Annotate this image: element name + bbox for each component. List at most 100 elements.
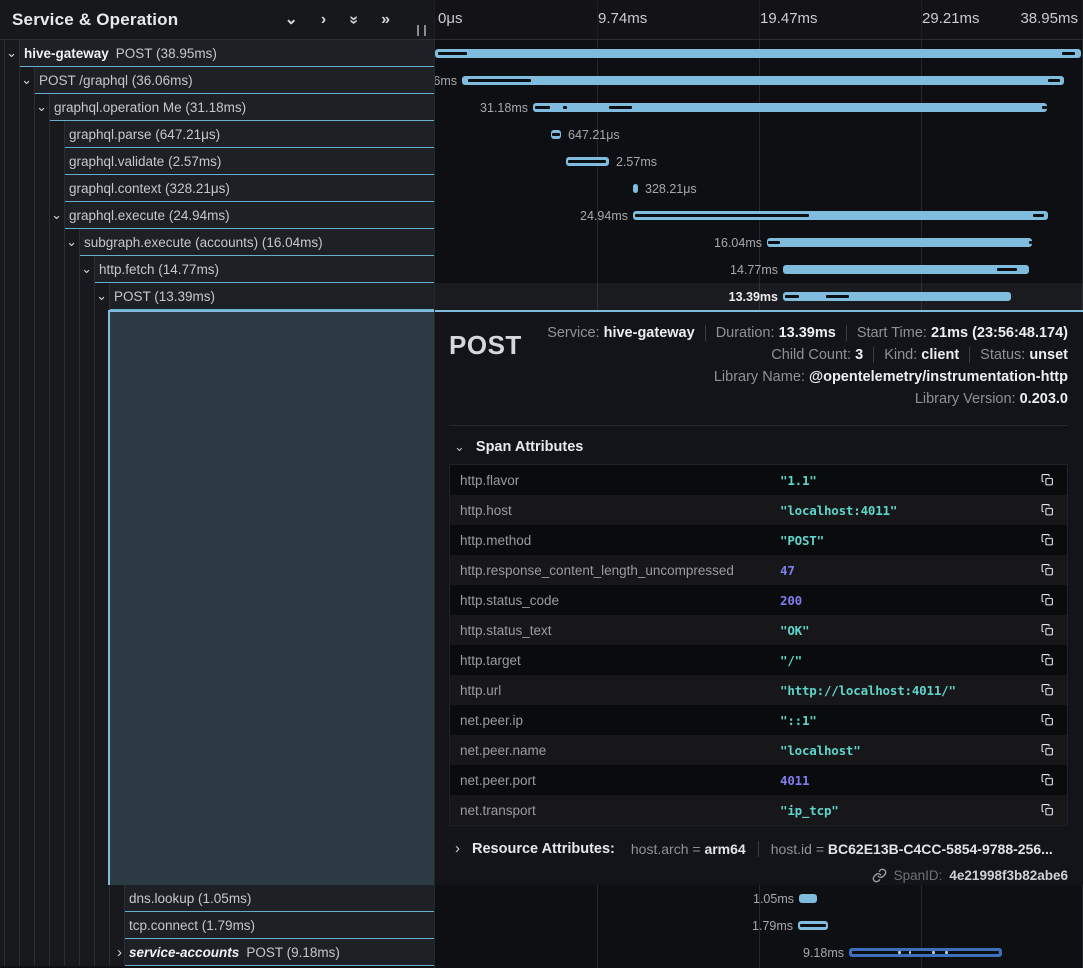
span-bar[interactable] [462, 76, 1064, 85]
span-bar[interactable] [783, 292, 1011, 301]
copy-icon[interactable] [1041, 503, 1057, 517]
span-bar[interactable] [533, 103, 1047, 112]
span-row[interactable]: ⌄hive-gatewayPOST (38.95ms) [0, 40, 1083, 67]
attribute-key: http.url [460, 683, 780, 698]
span-bar-segment [785, 295, 799, 298]
chevron-down-icon[interactable]: ⌄ [284, 12, 297, 28]
span-bar[interactable] [798, 921, 828, 930]
double-chevron-down-icon[interactable]: » [346, 15, 362, 24]
attribute-value: "localhost:4011" [780, 503, 1041, 518]
chevron-down-icon[interactable]: ⌄ [66, 235, 77, 248]
attribute-key: http.status_code [460, 593, 780, 608]
chevron-right-icon[interactable]: › [117, 945, 122, 960]
header-row: Service & Operation ⌄›»» 0μs9.74ms19.47m… [0, 0, 1083, 40]
span-id-row: SpanID: 4e21998f3b82abe6 [449, 868, 1068, 883]
span-row[interactable]: graphql.parse (647.21μs)647.21μs [0, 121, 1083, 148]
attribute-value: "OK" [780, 623, 1041, 638]
indent-strip: ⌄ [0, 229, 80, 256]
timeline-cell: 36.06ms [434, 67, 1083, 94]
copy-icon[interactable] [1041, 803, 1057, 817]
span-bar-segment [800, 924, 826, 927]
timeline-cell: 16.04ms [434, 229, 1083, 256]
resource-attributes-pairs: host.arch = arm64host.id = BC62E13B-C4CC… [619, 841, 1065, 857]
span-name-cell: graphql.validate (2.57ms) [0, 148, 434, 175]
span-bar-segment [563, 106, 567, 109]
chevron-down-icon[interactable]: ⌄ [21, 73, 32, 86]
operation-name: tcp.connect (1.79ms) [129, 918, 255, 933]
copy-icon[interactable] [1041, 473, 1057, 487]
copy-icon[interactable] [1041, 713, 1057, 727]
timeline-cell: 31.18ms [434, 94, 1083, 121]
span-row[interactable]: graphql.validate (2.57ms)2.57ms [0, 148, 1083, 175]
span-attributes-table: http.flavor"1.1"http.host"localhost:4011… [449, 464, 1068, 826]
span-bar[interactable] [783, 265, 1029, 274]
timeline-cell: 2.57ms [434, 148, 1083, 175]
attribute-row: http.url"http://localhost:4011/" [450, 675, 1067, 705]
chevron-down-icon[interactable]: ⌄ [96, 289, 107, 302]
span-bar-segment [1042, 106, 1047, 109]
link-icon[interactable] [872, 868, 887, 883]
operation-name: graphql.operation Me (31.18ms) [54, 100, 246, 115]
column-resize-grip[interactable] [417, 25, 426, 36]
indent-strip: ⌄ [0, 67, 35, 94]
duration-label: 9.18ms [803, 946, 844, 960]
span-row[interactable]: ›service-accountsPOST (9.18ms)9.18ms [0, 939, 1083, 966]
duration-label: 36.06ms [434, 74, 457, 88]
span-bar[interactable] [849, 948, 1002, 957]
span-name: hive-gatewayPOST (38.95ms) [20, 40, 434, 67]
span-bar[interactable] [799, 894, 817, 903]
span-row[interactable]: graphql.context (328.21μs) 328.21μs [0, 175, 1083, 202]
copy-icon[interactable] [1041, 773, 1057, 787]
double-chevron-right-icon[interactable]: » [381, 12, 390, 28]
span-bar-segment [468, 79, 531, 82]
span-row[interactable]: ⌄ graphql.operation Me (31.18ms) 31.18ms [0, 94, 1083, 121]
copy-icon[interactable] [1041, 533, 1057, 547]
chevron-down-icon[interactable]: ⌄ [81, 262, 92, 275]
span-row[interactable]: ⌄POST (13.39ms)13.39ms [0, 283, 1083, 310]
span-row[interactable]: dns.lookup (1.05ms)1.05ms [0, 885, 1083, 912]
meta-value: 3 [855, 347, 863, 363]
copy-icon[interactable] [1041, 623, 1057, 637]
span-row[interactable]: ⌄subgraph.execute (accounts) (16.04ms)16… [0, 229, 1083, 256]
copy-icon[interactable] [1041, 593, 1057, 607]
chevron-down-icon[interactable]: ⌄ [6, 46, 17, 59]
copy-icon[interactable] [1041, 563, 1057, 577]
span-row[interactable]: tcp.connect (1.79ms) 1.79ms [0, 912, 1083, 939]
span-name: graphql.validate (2.57ms) [65, 148, 434, 175]
span-name-cell: graphql.context (328.21μs) [0, 175, 434, 202]
span-bar[interactable] [767, 238, 1032, 247]
span-name-cell: ⌄POST (13.39ms) [0, 283, 434, 310]
column-divider[interactable] [434, 0, 435, 968]
resource-attributes-row[interactable]: › Resource Attributes: host.arch = arm64… [449, 840, 1068, 857]
span-row[interactable]: ⌄graphql.execute (24.94ms)24.94ms [0, 202, 1083, 229]
duration-label: 328.21μs [645, 182, 697, 196]
timeline-cell: 1.79ms [434, 912, 1083, 939]
span-attributes-header[interactable]: ⌄ Span Attributes [449, 439, 1068, 455]
meta-pair: Child Count: 3 [761, 347, 873, 363]
meta-line: Library Version: 0.203.0 [537, 388, 1068, 410]
attribute-row: net.peer.port4011 [450, 765, 1067, 795]
span-bar-segment [438, 52, 467, 55]
resource-value: arm64 [704, 841, 745, 857]
span-bar[interactable] [435, 49, 1081, 58]
operation-name: POST (38.95ms) [116, 46, 217, 61]
copy-icon[interactable] [1041, 743, 1057, 757]
span-bar[interactable] [566, 157, 609, 166]
meta-value: unset [1029, 347, 1068, 363]
span-row[interactable]: ⌄POST /graphql (36.06ms)36.06ms [0, 67, 1083, 94]
span-name: graphql.execute (24.94ms) [65, 202, 434, 229]
chevron-down-icon[interactable]: ⌄ [36, 100, 47, 113]
span-row[interactable]: ⌄http.fetch (14.77ms)14.77ms [0, 256, 1083, 283]
span-bar[interactable] [551, 130, 561, 139]
span-bar[interactable] [633, 211, 1048, 220]
resource-attributes-title: Resource Attributes: [472, 841, 615, 857]
copy-icon[interactable] [1041, 683, 1057, 697]
selected-span-highlight[interactable] [108, 310, 434, 885]
copy-icon[interactable] [1041, 653, 1057, 667]
attribute-value: "ip_tcp" [780, 803, 1041, 818]
ruler-tick: 29.21ms [922, 10, 980, 27]
span-bar[interactable] [633, 184, 638, 193]
attribute-row: http.host"localhost:4011" [450, 495, 1067, 525]
chevron-down-icon[interactable]: ⌄ [51, 208, 62, 221]
chevron-right-icon[interactable]: › [321, 12, 326, 28]
